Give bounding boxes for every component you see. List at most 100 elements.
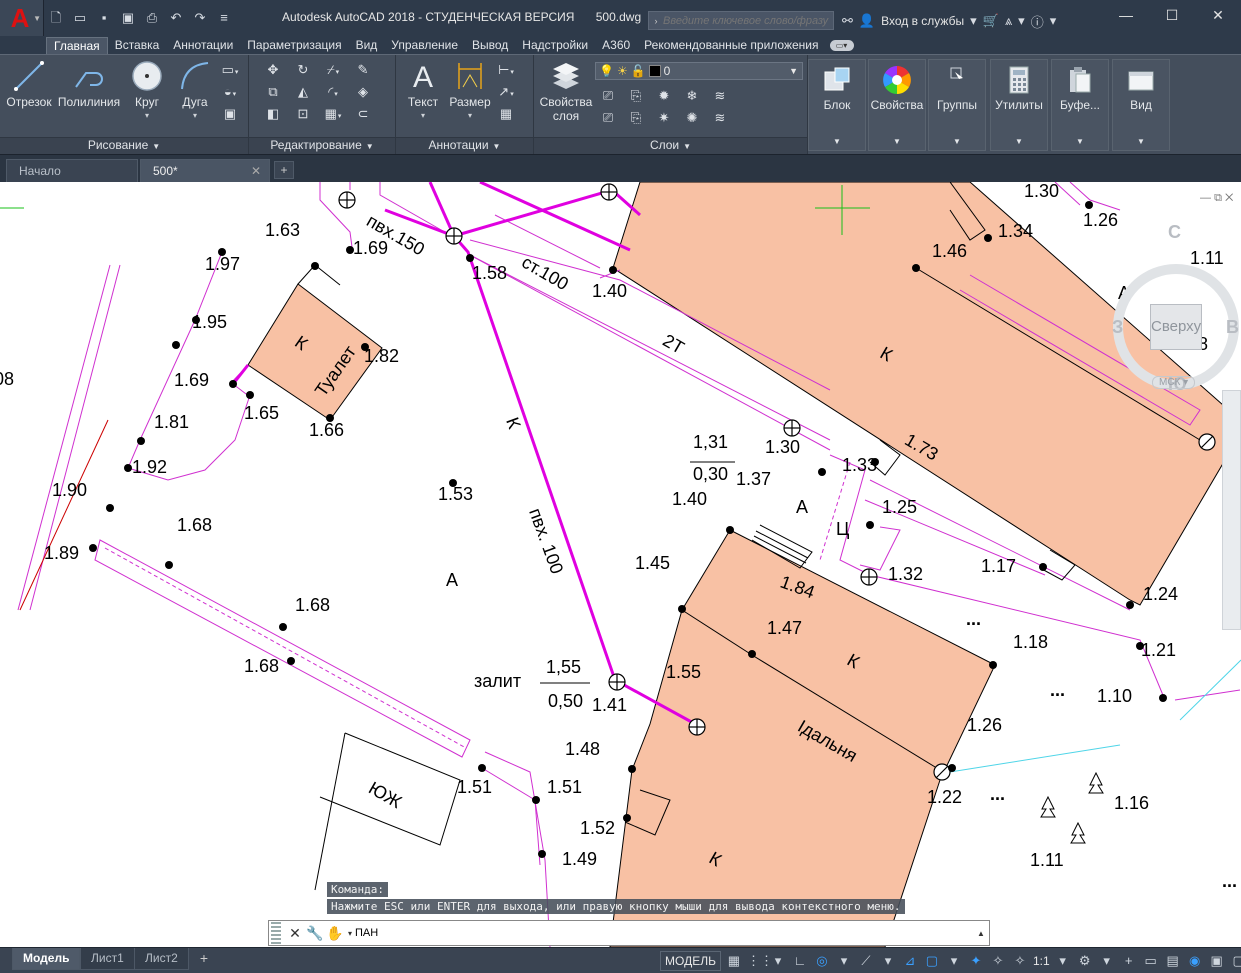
save-as-icon[interactable]: ▣ xyxy=(118,8,138,28)
panel-layers-footer[interactable]: Слои ▼ xyxy=(534,137,807,155)
compass-north[interactable]: С xyxy=(1168,222,1181,243)
layout-tab-sheet1[interactable]: Лист1 xyxy=(80,948,135,970)
chevron-down-icon[interactable]: ▾ xyxy=(172,111,218,120)
layout-tab-model[interactable]: Модель xyxy=(12,948,81,970)
leader-icon[interactable]: ↗ xyxy=(496,83,516,101)
a360-icon[interactable]: ⩓ xyxy=(1005,13,1012,29)
chevron-down-icon[interactable]: ▾ xyxy=(835,951,853,971)
viewcube-top-face[interactable]: Сверху xyxy=(1150,304,1202,350)
fillet-icon[interactable]: ◜ xyxy=(323,83,343,101)
ortho-icon[interactable]: ∟ xyxy=(791,951,809,971)
layer-freeze-icon[interactable]: ❄ xyxy=(682,87,702,105)
scale-icon[interactable]: ⊡ xyxy=(293,105,313,123)
chevron-down-icon[interactable]: ▾ xyxy=(1050,13,1057,29)
chevron-down-icon[interactable]: ▾ xyxy=(1018,13,1025,29)
dimension-button[interactable]: Размер ▾ xyxy=(446,59,494,120)
snap-icon[interactable]: ⋮⋮ xyxy=(747,951,773,971)
chevron-down-icon[interactable]: ▾ xyxy=(402,111,444,120)
text-button[interactable]: A Текст ▾ xyxy=(402,59,444,120)
tab-view[interactable]: Вид xyxy=(349,37,385,54)
layer-on-icon[interactable]: ≋ xyxy=(710,109,730,127)
close-window-button[interactable]: ✕ xyxy=(1195,0,1241,30)
chevron-down-icon[interactable]: ▾ xyxy=(1054,951,1072,971)
layer-dropdown[interactable]: 💡 ☀ 🔓 0 ▼ xyxy=(595,62,803,80)
table-icon[interactable]: ▦ xyxy=(496,105,516,123)
panel-draw-footer[interactable]: Рисование ▼ xyxy=(0,137,248,155)
chevron-down-icon[interactable]: ▾ xyxy=(124,111,170,120)
compass-east[interactable]: В xyxy=(1226,317,1239,338)
layout-tab-sheet2[interactable]: Лист2 xyxy=(134,948,189,970)
panel-modify-footer[interactable]: Редактирование ▼ xyxy=(249,137,395,155)
tab-addins[interactable]: Надстройки xyxy=(515,37,595,54)
region-icon[interactable]: ▣ xyxy=(220,105,240,123)
close-icon[interactable]: ✕ xyxy=(251,160,261,182)
open-file-icon[interactable]: ▭ xyxy=(70,8,90,28)
tab-a360[interactable]: A360 xyxy=(595,37,637,54)
maximize-button[interactable]: ☐ xyxy=(1149,0,1195,30)
layer-previous-icon[interactable]: ⎚ xyxy=(598,109,618,127)
tab-parametric[interactable]: Параметризация xyxy=(240,37,348,54)
tab-featured-apps[interactable]: Рекомендованные приложения xyxy=(637,37,825,54)
circle-button[interactable]: Круг ▾ xyxy=(124,59,170,120)
layer-make-current-icon[interactable]: ⎚ xyxy=(598,87,618,105)
application-menu-button[interactable]: A ▼ xyxy=(0,0,44,36)
autoscale-icon[interactable]: ✧ xyxy=(1011,951,1029,971)
binoculars-icon[interactable]: ⚯ xyxy=(842,13,853,29)
view-button[interactable]: Вид ▼ xyxy=(1112,59,1170,151)
polar-icon[interactable]: ◎ xyxy=(813,951,831,971)
signin-button[interactable]: Вход в службы xyxy=(881,14,964,28)
chevron-down-icon[interactable]: ▾ xyxy=(945,951,963,971)
new-layout-button[interactable]: + xyxy=(194,949,214,967)
layer-properties-button[interactable]: Свойства слоя xyxy=(536,59,596,123)
layer-isolate-icon[interactable]: ✹ xyxy=(654,87,674,105)
undo-icon[interactable]: ↶ xyxy=(166,8,186,28)
tab-manage[interactable]: Управление xyxy=(384,37,465,54)
ucs-menu[interactable]: МСК ▾ xyxy=(1152,376,1196,389)
workspace-gear-icon[interactable]: ⚙ xyxy=(1076,951,1094,971)
command-input[interactable] xyxy=(355,923,973,943)
grid-icon[interactable]: ▦ xyxy=(725,951,743,971)
viewcube[interactable]: С З В Ю Сверху xyxy=(1112,220,1241,400)
file-tab-current[interactable]: 500* ✕ xyxy=(140,159,270,183)
qat-customize-icon[interactable]: ≡ xyxy=(214,8,234,28)
cart-icon[interactable]: 🛒 xyxy=(983,13,999,29)
infer-icon[interactable]: ▾ xyxy=(769,951,787,971)
command-line[interactable]: ✕ 🔧 ✋ ▾ ▲ xyxy=(268,920,990,946)
quick-properties-icon[interactable]: ▤ xyxy=(1164,951,1182,971)
move-icon[interactable]: ✥ xyxy=(263,61,283,79)
new-file-icon[interactable]: 🗋 xyxy=(46,8,66,28)
layer-off-icon[interactable]: ≋ xyxy=(710,87,730,105)
minimize-button[interactable]: — xyxy=(1103,0,1149,30)
stretch-icon[interactable]: ◧ xyxy=(263,105,283,123)
new-tab-button[interactable]: + xyxy=(274,161,294,179)
trim-icon[interactable]: ⌿ xyxy=(323,61,343,79)
linear-dim-icon[interactable]: ⊢ xyxy=(496,61,516,79)
explode-icon[interactable]: ◈ xyxy=(353,83,373,101)
layer-unisolate-icon[interactable]: ✷ xyxy=(654,109,674,127)
close-icon[interactable]: ✕ xyxy=(285,925,305,942)
drawing-canvas[interactable]: 1.63 1.69 пвх.150 1.58 ст.100 1.40 1.46 … xyxy=(0,182,1241,947)
viewport-minimize-icon[interactable]: — xyxy=(1200,192,1211,204)
copy-icon[interactable]: ⧉ xyxy=(263,83,283,101)
annotation-monitor-icon[interactable]: + xyxy=(1120,951,1138,971)
plot-icon[interactable]: ⎙ xyxy=(142,8,162,28)
offset-icon[interactable]: ⊂ xyxy=(353,105,373,123)
polyline-button[interactable]: Полилиния xyxy=(56,59,122,109)
save-icon[interactable]: ▪ xyxy=(94,8,114,28)
array-icon[interactable]: ▦ xyxy=(323,105,343,123)
isolate-objects-icon[interactable]: ◉ xyxy=(1186,951,1204,971)
annotation-scale-icon[interactable]: ✦ xyxy=(967,951,985,971)
clean-screen-icon[interactable]: ▢ xyxy=(1230,951,1241,971)
annotation-visibility-icon[interactable]: ✧ xyxy=(989,951,1007,971)
layer-walk-icon[interactable]: ⎘ xyxy=(626,109,646,127)
hatch-icon[interactable]: ◒ xyxy=(220,83,240,101)
hardware-acceleration-icon[interactable]: ▣ xyxy=(1208,951,1226,971)
help-icon[interactable]: ⓘ xyxy=(1031,12,1044,31)
clipboard-button[interactable]: Буфе... ▼ xyxy=(1051,59,1109,151)
chevron-down-icon[interactable]: ▾ xyxy=(446,111,494,120)
arc-button[interactable]: Дуга ▾ xyxy=(172,59,218,120)
rectangle-icon[interactable]: ▭ xyxy=(220,61,240,79)
file-tab-start[interactable]: Начало xyxy=(6,159,138,183)
tab-output[interactable]: Вывод xyxy=(465,37,515,54)
groups-button[interactable]: Группы ▼ xyxy=(928,59,986,151)
